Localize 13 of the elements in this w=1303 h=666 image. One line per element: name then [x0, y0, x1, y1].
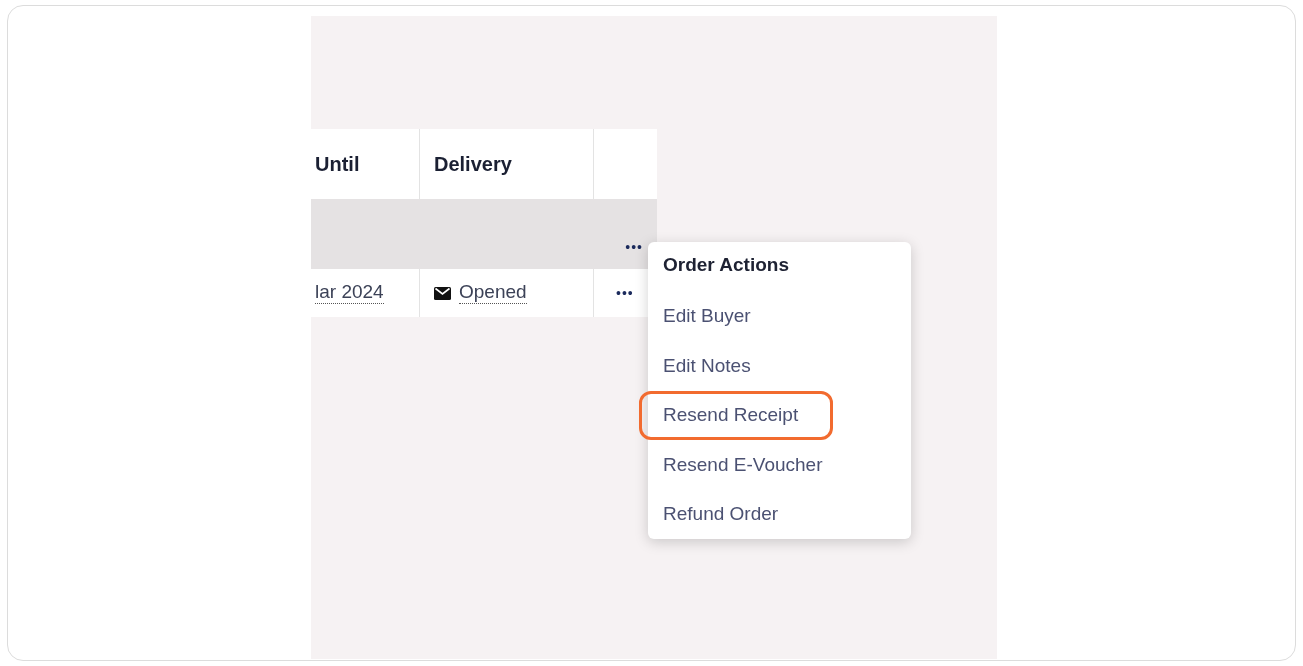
more-button[interactable]: ••• — [625, 239, 643, 255]
menu-item[interactable]: Resend Receipt — [639, 390, 833, 441]
menu-item[interactable]: Refund Order — [639, 489, 782, 539]
delivery-status-link[interactable]: Opened — [459, 282, 527, 304]
menu-item[interactable]: Edit Buyer — [639, 291, 754, 342]
date-link[interactable]: lar 2024 — [315, 282, 384, 304]
envelope-icon — [434, 286, 451, 300]
menu-item[interactable]: Edit Notes — [639, 341, 754, 391]
menu-item[interactable]: Resend E-Voucher — [639, 440, 826, 490]
column-header: Delivery — [434, 152, 512, 176]
column-header: Until — [315, 152, 360, 176]
menu-title: Order Actions — [662, 254, 790, 277]
more-button[interactable]: ••• — [616, 285, 634, 301]
